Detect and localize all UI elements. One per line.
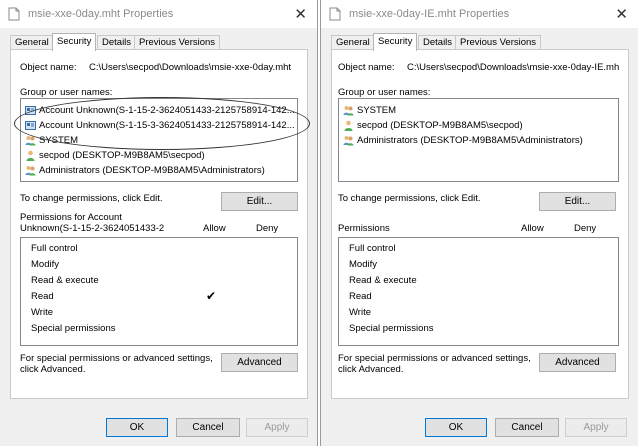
user-name: Account Unknown(S-1-15-3-3624051433-2125… [39,120,295,131]
allow-column-header: Allow [521,223,544,234]
group-label: Group or user names: [338,87,431,98]
user-name: Account Unknown(S-1-15-2-3624051433-2125… [39,105,295,116]
security-panel: Object name: C:\Users\secpod\Downloads\m… [331,49,629,399]
edit-button[interactable]: Edit... [221,192,298,211]
permission-item: Special permissions [349,323,434,334]
permissions-list[interactable]: Full control Modify Read & execute Read … [338,237,619,346]
permission-item: Modify [349,259,377,270]
user-list-item[interactable]: SYSTEM [343,103,396,118]
advanced-hint-line1: For special permissions or advanced sett… [20,353,213,364]
tab-general[interactable]: General [10,35,54,49]
advanced-hint-line2: click Advanced. [20,364,86,375]
permission-item: Full control [349,243,396,254]
object-name-label: Object name: [338,62,395,73]
permissions-header-line1: Permissions for Account [20,212,122,223]
edit-button[interactable]: Edit... [539,192,616,211]
permission-item: Write [31,307,53,318]
right-properties-window: msie-xxe-0day-IE.mht Properties ✕ Genera… [320,0,638,446]
group-label: Group or user names: [20,87,113,98]
user-name: Administrators (DESKTOP-M9B8AM5\Administ… [39,165,265,176]
ok-button[interactable]: OK [425,418,487,437]
permission-item: Write [349,307,371,318]
user-icon [344,120,353,131]
apply-button[interactable]: Apply [565,418,627,437]
tab-details[interactable]: Details [97,35,137,49]
tab-security[interactable]: Security [52,33,97,51]
title-bar[interactable]: msie-xxe-0day-IE.mht Properties ✕ [321,0,638,28]
advanced-hint-line1: For special permissions or advanced sett… [338,353,531,364]
document-icon [329,7,341,21]
user-name: SYSTEM [39,135,79,146]
unknown-account-icon [25,106,36,115]
ok-button[interactable]: OK [106,418,168,437]
tab-previous-versions[interactable]: Previous Versions [134,35,221,49]
user-list-item[interactable]: Account Unknown(S-1-15-2-3624051433-2125… [25,103,295,118]
permission-item: Read & execute [349,275,417,286]
left-properties-window: msie-xxe-0day.mht Properties ✕ General S… [0,0,318,446]
window-title: msie-xxe-0day.mht Properties [28,8,174,20]
user-name: SYSTEM [357,105,397,116]
permission-item: Special permissions [31,323,116,334]
permission-item: Read & execute [31,275,99,286]
user-list[interactable]: SYSTEM secpod (DESKTOP-M9B8AM5\secpod) A… [338,98,619,182]
permissions-header: Permissions [338,223,390,234]
user-name: secpod (DESKTOP-M9B8AM5\secpod) [39,150,205,161]
apply-button[interactable]: Apply [246,418,308,437]
close-icon[interactable]: ✕ [615,5,628,23]
user-name: Administrators (DESKTOP-M9B8AM5\Administ… [357,135,583,146]
allow-column-header: Allow [203,223,226,234]
user-group-icon [25,136,36,146]
tab-details[interactable]: Details [418,35,458,49]
change-hint: To change permissions, click Edit. [20,193,163,204]
close-icon[interactable]: ✕ [294,5,307,23]
cancel-button[interactable]: Cancel [176,418,240,437]
permissions-header-line2: Unknown(S-1-15-2-3624051433-2 [20,223,165,234]
cancel-button[interactable]: Cancel [495,418,559,437]
window-title: msie-xxe-0day-IE.mht Properties [349,8,510,20]
user-group-icon [343,106,354,116]
object-name-value: C:\Users\secpod\Downloads\msie-xxe-0day.… [89,62,292,73]
allow-checkmark: ✔ [206,289,217,303]
user-group-icon [25,166,36,176]
user-icon [26,150,35,161]
object-name-label: Object name: [20,62,77,73]
unknown-account-icon [25,121,36,130]
user-list-item[interactable]: secpod (DESKTOP-M9B8AM5\secpod) [25,148,205,163]
security-panel: Object name: C:\Users\secpod\Downloads\m… [10,49,308,399]
user-list-item[interactable]: secpod (DESKTOP-M9B8AM5\secpod) [343,118,523,133]
user-list-item[interactable]: Administrators (DESKTOP-M9B8AM5\Administ… [25,163,265,178]
tab-security[interactable]: Security [373,33,418,51]
permission-item: Read [349,291,372,302]
advanced-hint-line2: click Advanced. [338,364,404,375]
permission-item: Full control [31,243,78,254]
tab-previous-versions[interactable]: Previous Versions [455,35,542,49]
permissions-list[interactable]: Full control Modify Read & execute Read … [20,237,298,346]
user-list-item[interactable]: Administrators (DESKTOP-M9B8AM5\Administ… [343,133,583,148]
advanced-button[interactable]: Advanced [539,353,616,372]
tab-general[interactable]: General [331,35,375,49]
user-group-icon [343,136,354,146]
user-list-item[interactable]: Account Unknown(S-1-15-3-3624051433-2125… [25,118,295,133]
user-name: secpod (DESKTOP-M9B8AM5\secpod) [357,120,523,131]
document-icon [8,7,20,21]
deny-column-header: Deny [256,223,279,234]
change-hint: To change permissions, click Edit. [338,193,481,204]
permission-item: Read [31,291,54,302]
title-bar[interactable]: msie-xxe-0day.mht Properties ✕ [0,0,317,28]
user-list[interactable]: Account Unknown(S-1-15-2-3624051433-2125… [20,98,298,182]
deny-column-header: Deny [574,223,597,234]
advanced-button[interactable]: Advanced [221,353,298,372]
user-list-item[interactable]: SYSTEM [25,133,78,148]
object-name-value: C:\Users\secpod\Downloads\msie-xxe-0day-… [407,62,620,73]
permission-item: Modify [31,259,59,270]
